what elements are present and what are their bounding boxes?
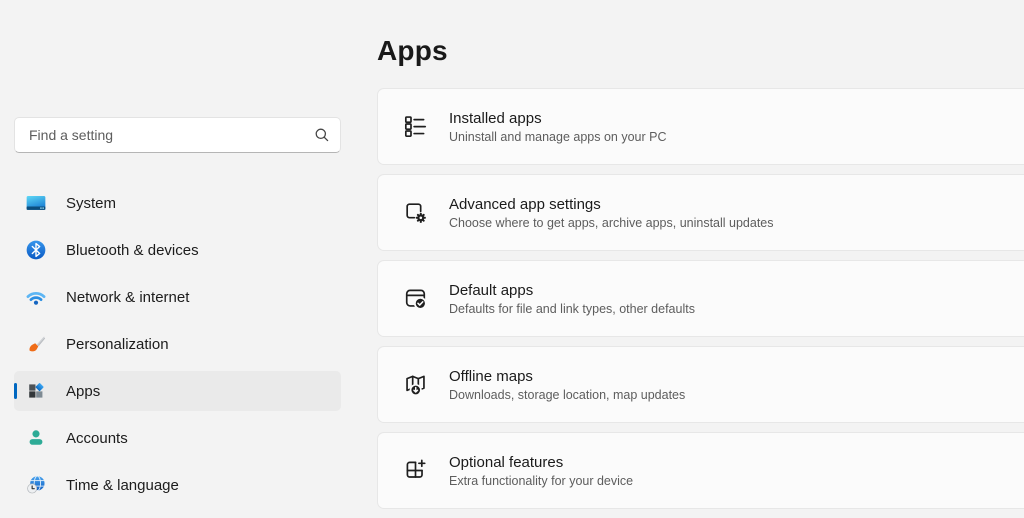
search-icon [314,127,330,143]
card-text: Default apps Defaults for file and link … [449,282,695,316]
sidebar-item-system[interactable]: System [14,183,341,223]
selected-accent-pill [14,383,17,399]
sidebar-item-bluetooth-devices[interactable]: Bluetooth & devices [14,230,341,270]
sidebar-item-label: Accounts [66,430,128,447]
card-subtitle: Downloads, storage location, map updates [449,388,685,402]
card-subtitle: Defaults for file and link types, other … [449,302,695,316]
sidebar-item-label: Personalization [66,336,169,353]
settings-sidebar-nav: System Bluetooth & devices Network & int… [14,183,341,512]
installed-apps-icon [402,113,429,140]
card-title: Default apps [449,282,695,299]
card-text: Offline maps Downloads, storage location… [449,368,685,402]
card-subtitle: Extra functionality for your device [449,474,633,488]
optional-features-icon [402,457,429,484]
sidebar-item-time-language[interactable]: Time & language [14,465,341,505]
sidebar-item-label: Network & internet [66,289,189,306]
sidebar-item-accounts[interactable]: Accounts [14,418,341,458]
sidebar-item-label: Apps [66,383,100,400]
sidebar-item-apps[interactable]: Apps [14,371,341,411]
card-optional-features[interactable]: Optional features Extra functionality fo… [377,432,1024,509]
offline-maps-icon [402,371,429,398]
sidebar-item-personalization[interactable]: Personalization [14,324,341,364]
person-icon [25,427,47,449]
card-text: Installed apps Uninstall and manage apps… [449,110,667,144]
card-subtitle: Choose where to get apps, archive apps, … [449,216,774,230]
card-title: Installed apps [449,110,667,127]
wifi-icon [25,286,47,308]
sidebar-item-label: Time & language [66,477,179,494]
brush-icon [25,333,47,355]
sidebar-item-label: System [66,195,116,212]
search-input[interactable] [27,126,314,144]
settings-search-box[interactable] [14,117,341,153]
advanced-app-settings-icon [402,199,429,226]
sidebar-item-label: Bluetooth & devices [66,242,199,259]
bluetooth-icon [25,239,47,261]
card-installed-apps[interactable]: Installed apps Uninstall and manage apps… [377,88,1024,165]
page-title: Apps [377,35,448,67]
card-text: Advanced app settings Choose where to ge… [449,196,774,230]
system-icon [25,192,47,214]
card-advanced-app-settings[interactable]: Advanced app settings Choose where to ge… [377,174,1024,251]
card-title: Offline maps [449,368,685,385]
card-title: Advanced app settings [449,196,774,213]
card-text: Optional features Extra functionality fo… [449,454,633,488]
card-subtitle: Uninstall and manage apps on your PC [449,130,667,144]
apps-grid-icon [25,380,47,402]
card-default-apps[interactable]: Default apps Defaults for file and link … [377,260,1024,337]
settings-card-list: Installed apps Uninstall and manage apps… [377,88,1024,518]
card-title: Optional features [449,454,633,471]
sidebar-item-network-internet[interactable]: Network & internet [14,277,341,317]
card-offline-maps[interactable]: Offline maps Downloads, storage location… [377,346,1024,423]
default-apps-icon [402,285,429,312]
globe-clock-icon [25,474,47,496]
